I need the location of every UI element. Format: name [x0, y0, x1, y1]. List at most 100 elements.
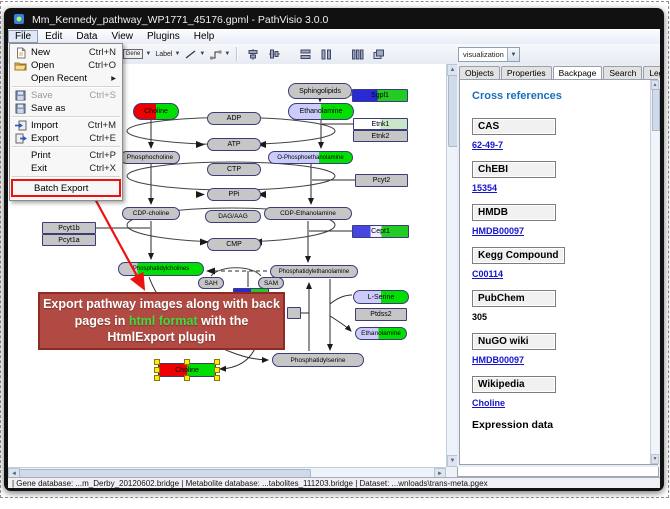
menu-data[interactable]: Data	[69, 30, 104, 43]
pathway-node-phosphatidylethanolamine[interactable]: Phosphatidylethanolamine	[270, 265, 358, 278]
selection-handle[interactable]	[154, 359, 160, 365]
pathway-node-sah[interactable]: SAH	[198, 277, 224, 289]
align-center-vertical-icon	[268, 48, 281, 61]
pathway-node-ethanolamine-bottom[interactable]: Ethanolamine	[355, 327, 407, 340]
xref-section-hmdb: HMDBHMDB00097	[472, 204, 647, 236]
pathway-node-cdp-ethanolamine[interactable]: CDP-Ethanolamine	[264, 207, 352, 220]
xref-link[interactable]: 15354	[472, 183, 647, 193]
menu-item-label: Save as	[28, 103, 116, 114]
distribute-horizontal-icon	[351, 48, 364, 61]
xref-link[interactable]: HMDB00097	[472, 355, 647, 365]
align-center-vertical-button[interactable]	[265, 46, 283, 63]
pathway-node-ethanolamine-top[interactable]: Ethanolamine	[288, 103, 354, 120]
visualization-combobox[interactable]: visualization ▼	[458, 47, 520, 62]
selection-handle[interactable]	[214, 367, 220, 373]
chevron-down-icon[interactable]: ▼	[199, 51, 205, 57]
pathway-node-ctp[interactable]: CTP	[207, 163, 261, 176]
xref-link[interactable]: 62-49-7	[472, 140, 647, 150]
file-menu-item-new[interactable]: NewCtrl+N	[10, 46, 122, 59]
pathway-node-cdp-choline[interactable]: CDP-choline	[122, 207, 180, 220]
menu-view[interactable]: View	[104, 30, 140, 43]
gene-tool-button[interactable]: Gene▼	[122, 46, 153, 63]
title-bar[interactable]: Mm_Kennedy_pathway_WP1771_45176.gpml - P…	[14, 11, 656, 29]
pathway-node-pcyt1b[interactable]: Pcyt1b	[42, 222, 96, 234]
file-menu-item-save-as[interactable]: Save as	[10, 102, 122, 115]
menu-edit[interactable]: Edit	[38, 30, 69, 43]
align-center-horizontal-button[interactable]	[244, 46, 262, 63]
scrollbar-thumb[interactable]	[652, 89, 660, 131]
chevron-down-icon[interactable]: ▼	[174, 51, 180, 57]
xref-value: 305	[472, 312, 647, 322]
selection-handle[interactable]	[154, 375, 160, 381]
pathway-node-cmp[interactable]: CMP	[207, 238, 261, 251]
menu-help[interactable]: Help	[187, 30, 222, 43]
label-tool-icon: Label	[155, 51, 172, 58]
stack-button[interactable]	[369, 46, 387, 63]
selection-handle[interactable]	[184, 359, 190, 365]
selection-handle[interactable]	[214, 359, 220, 365]
xref-section-kegg-compound: Kegg CompoundC00114	[472, 247, 647, 279]
xref-database-name: ChEBI	[472, 161, 556, 178]
xref-link[interactable]: HMDB00097	[472, 226, 647, 236]
menu-plugins[interactable]: Plugins	[140, 30, 187, 43]
cross-references-heading: Cross references	[472, 90, 647, 102]
tab-properties[interactable]: Properties	[501, 66, 552, 79]
pathway-node-etnk2[interactable]: Etnk2	[353, 130, 408, 142]
line-tool-button[interactable]: ▼	[183, 46, 206, 63]
pathway-node-sphingolipids[interactable]: Sphingolipids	[288, 83, 352, 99]
pathway-node-atp[interactable]: ATP	[207, 138, 261, 151]
pathway-node-etnk1[interactable]: Etnk1	[353, 118, 408, 130]
pathway-node-phosphatidylcholines[interactable]: Phosphatidylcholines	[118, 262, 204, 276]
file-menu-item-batch-export[interactable]: Batch Export	[13, 181, 119, 195]
pathway-node-phosphatidylserine[interactable]: Phosphatidylserine	[272, 353, 364, 367]
xref-link[interactable]: Choline	[472, 398, 647, 408]
pathway-node-pcyt1a[interactable]: Pcyt1a	[42, 234, 96, 246]
menu-item-label: Import	[28, 120, 88, 131]
scroll-down-icon[interactable]: ▼	[651, 454, 659, 464]
pathway-node-adp[interactable]: ADP	[207, 112, 261, 125]
tab-backpage[interactable]: Backpage	[553, 66, 603, 80]
common-width-button[interactable]	[296, 46, 314, 63]
menu-item-label: Open Recent	[28, 73, 111, 84]
pathway-node-ptdss2[interactable]: Ptdss2	[355, 308, 407, 321]
selection-handle[interactable]	[214, 375, 220, 381]
sidebar-bottom-field[interactable]	[457, 466, 659, 477]
menu-item-shortcut: Ctrl+S	[89, 90, 118, 101]
common-height-icon	[320, 48, 333, 61]
file-menu-item-exit[interactable]: ExitCtrl+X	[10, 162, 122, 175]
xref-link[interactable]: C00114	[472, 269, 647, 279]
chevron-down-icon[interactable]: ▼	[224, 51, 230, 57]
sidebar-scrollbar[interactable]: ▲ ▼	[650, 80, 659, 464]
pathway-node-l-serine[interactable]: L-Serine	[353, 290, 409, 304]
chevron-down-icon[interactable]: ▼	[507, 48, 519, 61]
file-menu-item-open[interactable]: OpenCtrl+O	[10, 59, 122, 72]
pathway-node-pcyt2[interactable]: Pcyt2	[355, 174, 408, 187]
sidebar-panel: ObjectsPropertiesBackpageSearchLegend Cr…	[457, 64, 660, 467]
pathway-node-ppi[interactable]: PPi	[207, 188, 261, 201]
distribute-horizontal-button[interactable]	[348, 46, 366, 63]
menu-file[interactable]: File	[8, 30, 38, 43]
sidebar-tabs: ObjectsPropertiesBackpageSearchLegend	[457, 64, 660, 79]
pathway-node-phosphocholine[interactable]: Phosphocholine	[120, 151, 180, 164]
pathway-node-o-phosphoethanolamine[interactable]: O-Phosphoethanolamine	[268, 151, 353, 164]
pathway-node-sgpl1[interactable]: Sgpl1	[352, 89, 408, 102]
tab-legend[interactable]: Legend	[643, 66, 660, 79]
file-menu-item-import[interactable]: ImportCtrl+M	[10, 119, 122, 132]
file-menu-item-save[interactable]: SaveCtrl+S	[10, 89, 122, 102]
file-menu-item-open-recent[interactable]: Open Recent▸	[10, 72, 122, 85]
tab-search[interactable]: Search	[603, 66, 642, 79]
label-tool-button[interactable]: Label▼	[154, 46, 181, 63]
file-menu-item-export[interactable]: ExportCtrl+E	[10, 132, 122, 145]
common-height-button[interactable]	[317, 46, 335, 63]
window-title: Mm_Kennedy_pathway_WP1771_45176.gpml - P…	[32, 14, 328, 26]
pathway-node-dag-aag[interactable]: DAG/AAG	[205, 210, 261, 223]
selection-handle[interactable]	[184, 375, 190, 381]
pathway-node-ptdss1-partial[interactable]	[287, 307, 301, 319]
tab-objects[interactable]: Objects	[459, 66, 500, 79]
connector-tool-button[interactable]: ▼	[208, 46, 231, 63]
chevron-down-icon[interactable]: ▼	[145, 51, 151, 57]
file-menu-item-print[interactable]: PrintCtrl+P	[10, 149, 122, 162]
selection-handle[interactable]	[154, 367, 160, 373]
pathway-node-choline-top[interactable]: Choline	[133, 103, 179, 120]
pathway-node-cept1[interactable]: Cept1	[352, 225, 409, 238]
